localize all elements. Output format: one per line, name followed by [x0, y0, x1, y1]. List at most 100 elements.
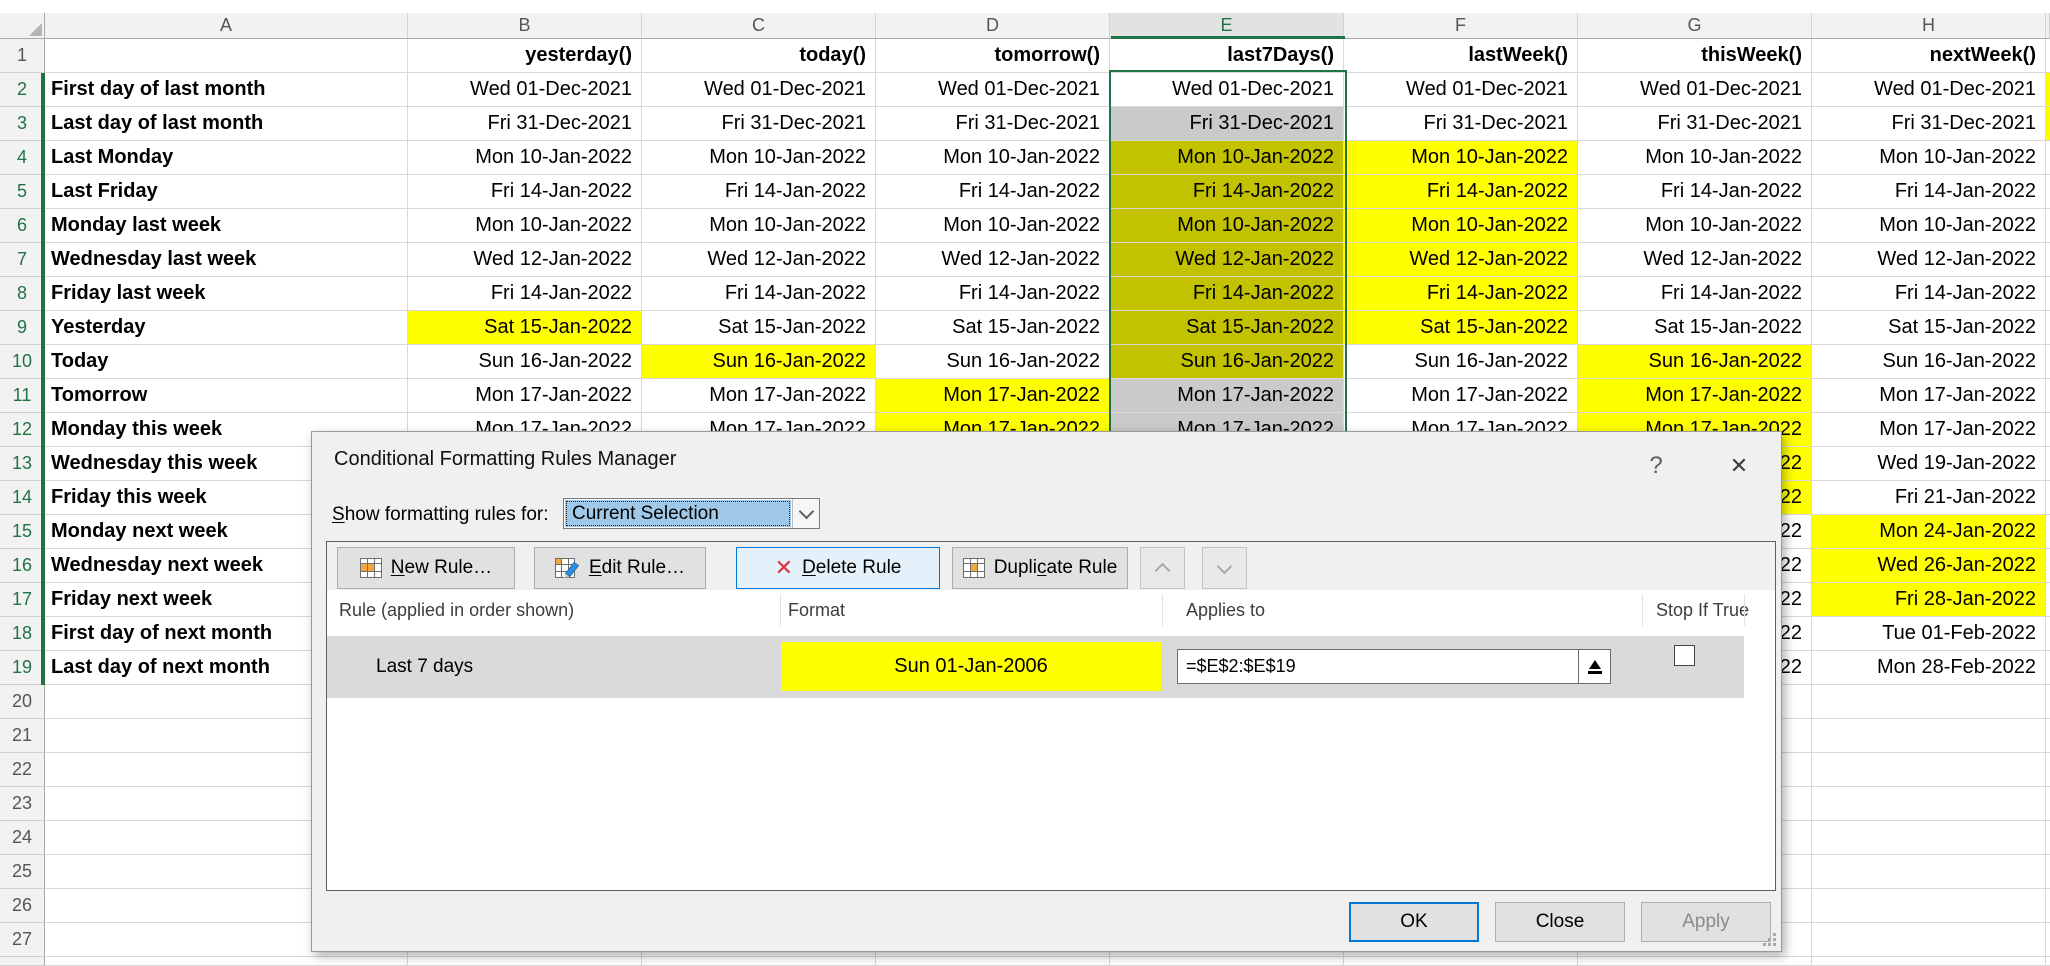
cell-F2[interactable]: Wed 01-Dec-2021	[1344, 73, 1578, 107]
cell-D1[interactable]: tomorrow()	[876, 39, 1110, 73]
row-header-16[interactable]: 16	[0, 549, 45, 583]
column-header-H[interactable]: H	[1812, 13, 2046, 39]
row-header-12[interactable]: 12	[0, 413, 45, 447]
cell-H4[interactable]: Mon 10-Jan-2022	[1812, 141, 2046, 175]
cell-E4[interactable]: Mon 10-Jan-2022	[1110, 141, 1344, 175]
cell-H22[interactable]	[1812, 753, 2046, 787]
cell-G4[interactable]: Mon 10-Jan-2022	[1578, 141, 1812, 175]
cell-C1[interactable]: today()	[642, 39, 876, 73]
cell-F5[interactable]: Fri 14-Jan-2022	[1344, 175, 1578, 209]
cell-B6[interactable]: Mon 10-Jan-2022	[408, 209, 642, 243]
cell-A1[interactable]	[45, 39, 408, 73]
cell-E2[interactable]: Wed 01-Dec-2021	[1110, 73, 1344, 107]
cell-H16[interactable]: Wed 26-Jan-2022	[1812, 549, 2046, 583]
cell-C7[interactable]: Wed 12-Jan-2022	[642, 243, 876, 277]
cell-H13[interactable]: Wed 19-Jan-2022	[1812, 447, 2046, 481]
cell-H17[interactable]: Fri 28-Jan-2022	[1812, 583, 2046, 617]
column-header-D[interactable]: D	[876, 13, 1110, 39]
cell-F11[interactable]: Mon 17-Jan-2022	[1344, 379, 1578, 413]
row-header-9[interactable]: 9	[0, 311, 45, 345]
cell-E11[interactable]: Mon 17-Jan-2022	[1110, 379, 1344, 413]
cell-A2[interactable]: First day of last month	[45, 73, 408, 107]
cell-C8[interactable]: Fri 14-Jan-2022	[642, 277, 876, 311]
rule-list-item[interactable]: Last 7 days Sun 01-Jan-2006	[327, 636, 1744, 698]
row-header-26[interactable]: 26	[0, 889, 45, 923]
scope-dropdown-value[interactable]: Current Selection	[565, 500, 791, 527]
cell-G28[interactable]	[1578, 957, 1812, 966]
row-header-3[interactable]: 3	[0, 107, 45, 141]
cell-D6[interactable]: Mon 10-Jan-2022	[876, 209, 1110, 243]
cell-C10[interactable]: Sun 16-Jan-2022	[642, 345, 876, 379]
cell-A7[interactable]: Wednesday last week	[45, 243, 408, 277]
row-header-8[interactable]: 8	[0, 277, 45, 311]
cell-E6[interactable]: Mon 10-Jan-2022	[1110, 209, 1344, 243]
cell-H8[interactable]: Fri 14-Jan-2022	[1812, 277, 2046, 311]
scope-dropdown[interactable]: Current Selection	[563, 498, 820, 529]
cell-H23[interactable]	[1812, 787, 2046, 821]
cell-D11[interactable]: Mon 17-Jan-2022	[876, 379, 1110, 413]
cell-A28[interactable]	[45, 957, 408, 966]
cell-G1[interactable]: thisWeek()	[1578, 39, 1812, 73]
cell-F9[interactable]: Sat 15-Jan-2022	[1344, 311, 1578, 345]
close-button[interactable]: Close	[1495, 902, 1625, 942]
ok-button[interactable]: OK	[1349, 902, 1479, 942]
new-rule-button[interactable]: New Rule…	[337, 547, 515, 589]
cell-E3[interactable]: Fri 31-Dec-2021	[1110, 107, 1344, 141]
resize-grip[interactable]	[1760, 930, 1776, 946]
cell-B11[interactable]: Mon 17-Jan-2022	[408, 379, 642, 413]
row-header-21[interactable]: 21	[0, 719, 45, 753]
applies-to-input[interactable]	[1177, 649, 1579, 684]
cell-D28[interactable]	[876, 957, 1110, 966]
cell-G10[interactable]: Sun 16-Jan-2022	[1578, 345, 1812, 379]
cell-H21[interactable]	[1812, 719, 2046, 753]
cell-F1[interactable]: lastWeek()	[1344, 39, 1578, 73]
row-header-5[interactable]: 5	[0, 175, 45, 209]
cell-H1[interactable]: nextWeek()	[1812, 39, 2046, 73]
cell-A10[interactable]: Today	[45, 345, 408, 379]
cell-H3[interactable]: Fri 31-Dec-2021	[1812, 107, 2046, 141]
cell-E9[interactable]: Sat 15-Jan-2022	[1110, 311, 1344, 345]
cell-H6[interactable]: Mon 10-Jan-2022	[1812, 209, 2046, 243]
cell-A8[interactable]: Friday last week	[45, 277, 408, 311]
cell-B7[interactable]: Wed 12-Jan-2022	[408, 243, 642, 277]
cell-H26[interactable]	[1812, 889, 2046, 923]
cell-H28[interactable]	[1812, 957, 2046, 966]
cell-H15[interactable]: Mon 24-Jan-2022	[1812, 515, 2046, 549]
row-header-13[interactable]: 13	[0, 447, 45, 481]
row-header-7[interactable]: 7	[0, 243, 45, 277]
cell-C9[interactable]: Sat 15-Jan-2022	[642, 311, 876, 345]
row-header-24[interactable]: 24	[0, 821, 45, 855]
cell-B28[interactable]	[408, 957, 642, 966]
row-header-1[interactable]: 1	[0, 39, 45, 73]
cell-H12[interactable]: Mon 17-Jan-2022	[1812, 413, 2046, 447]
cell-G9[interactable]: Sat 15-Jan-2022	[1578, 311, 1812, 345]
cell-D3[interactable]: Fri 31-Dec-2021	[876, 107, 1110, 141]
cell-G2[interactable]: Wed 01-Dec-2021	[1578, 73, 1812, 107]
cell-H7[interactable]: Wed 12-Jan-2022	[1812, 243, 2046, 277]
column-header-C[interactable]: C	[642, 13, 876, 39]
cell-B9[interactable]: Sat 15-Jan-2022	[408, 311, 642, 345]
cell-E10[interactable]: Sun 16-Jan-2022	[1110, 345, 1344, 379]
cell-A3[interactable]: Last day of last month	[45, 107, 408, 141]
cell-D10[interactable]: Sun 16-Jan-2022	[876, 345, 1110, 379]
cell-G5[interactable]: Fri 14-Jan-2022	[1578, 175, 1812, 209]
cell-A6[interactable]: Monday last week	[45, 209, 408, 243]
cell-C5[interactable]: Fri 14-Jan-2022	[642, 175, 876, 209]
row-header-4[interactable]: 4	[0, 141, 45, 175]
cell-G11[interactable]: Mon 17-Jan-2022	[1578, 379, 1812, 413]
row-header-6[interactable]: 6	[0, 209, 45, 243]
edit-rule-button[interactable]: Edit Rule…	[534, 547, 706, 589]
row-header-11[interactable]: 11	[0, 379, 45, 413]
cell-B2[interactable]: Wed 01-Dec-2021	[408, 73, 642, 107]
cell-D5[interactable]: Fri 14-Jan-2022	[876, 175, 1110, 209]
cell-H24[interactable]	[1812, 821, 2046, 855]
move-rule-down-button[interactable]	[1202, 547, 1247, 589]
row-header-15[interactable]: 15	[0, 515, 45, 549]
cell-D2[interactable]: Wed 01-Dec-2021	[876, 73, 1110, 107]
column-header-B[interactable]: B	[408, 13, 642, 39]
cell-B8[interactable]: Fri 14-Jan-2022	[408, 277, 642, 311]
cell-H20[interactable]	[1812, 685, 2046, 719]
cell-E1[interactable]: last7Days()	[1110, 39, 1344, 73]
cell-H5[interactable]: Fri 14-Jan-2022	[1812, 175, 2046, 209]
cell-H25[interactable]	[1812, 855, 2046, 889]
